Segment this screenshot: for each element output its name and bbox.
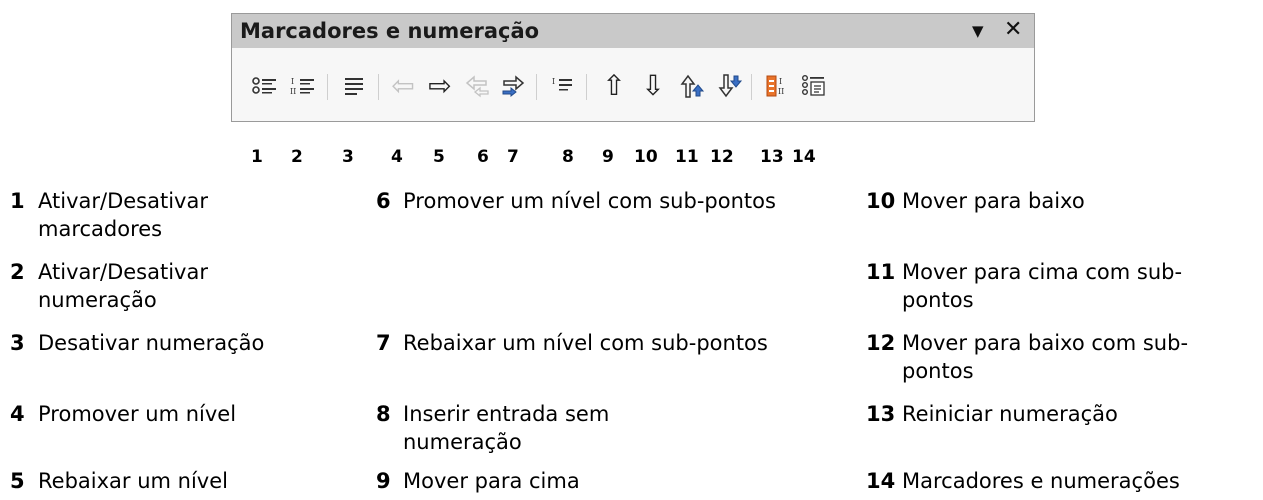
callout-number: 7 xyxy=(507,147,519,167)
legend-text: Mover para baixo xyxy=(902,189,1085,213)
svg-text:II: II xyxy=(290,87,296,96)
bullets-and-numbering-button[interactable] xyxy=(798,70,830,102)
callout-number: 6 xyxy=(477,147,489,167)
toolbar-separator xyxy=(536,74,537,100)
legend-number: 8 xyxy=(376,402,391,426)
dropdown-arrow-icon[interactable]: ▼ xyxy=(972,22,984,40)
legend-text: Ativar/Desativar numeração xyxy=(38,260,208,312)
bullets-icon xyxy=(252,77,276,94)
demote-with-subpoints-icon xyxy=(502,75,525,98)
callout-number: 9 xyxy=(602,147,614,167)
legend-text: Ativar/Desativar marcadores xyxy=(38,189,208,241)
svg-text:I: I xyxy=(779,77,782,86)
callout-number: 14 xyxy=(792,147,816,167)
legend-text: Rebaixar um nível xyxy=(38,469,228,493)
promote-with-subpoints-button[interactable] xyxy=(461,70,493,102)
toolbar: I II ⇦ ⇨ I ⇧ ⇩ I II xyxy=(232,66,1034,106)
legend-text: Marcadores e numerações xyxy=(902,469,1180,493)
legend-number: 2 xyxy=(10,260,25,284)
legend-number: 1 xyxy=(10,189,25,213)
move-down-icon: ⇩ xyxy=(641,69,665,102)
legend-text: Mover para cima com sub-pontos xyxy=(902,260,1183,312)
demote-icon: ⇨ xyxy=(428,69,452,102)
legend-number: 7 xyxy=(376,331,391,355)
demote-button[interactable]: ⇨ xyxy=(424,70,456,102)
legend-number: 10 xyxy=(866,189,896,213)
callout-number: 10 xyxy=(634,147,658,167)
insert-unnumbered-entry-button[interactable]: I xyxy=(546,70,578,102)
legend-number: 11 xyxy=(866,260,896,284)
callout-number: 13 xyxy=(760,147,784,167)
svg-text:I: I xyxy=(552,77,555,86)
callout-number: 11 xyxy=(675,147,699,167)
legend-text: Inserir entrada sem numeração xyxy=(403,402,610,454)
no-list-icon xyxy=(345,78,363,95)
callout-number: 1 xyxy=(251,147,263,167)
panel-titlebar[interactable]: Marcadores e numeração ▼ ✕ xyxy=(232,14,1034,48)
numbering-button[interactable]: I II xyxy=(287,70,319,102)
restart-numbering-icon: I II xyxy=(766,75,784,97)
restart-numbering-button[interactable]: I II xyxy=(762,70,794,102)
move-down-with-subpoints-button[interactable] xyxy=(713,70,745,102)
legend-text: Desativar numeração xyxy=(38,331,265,355)
legend-number: 4 xyxy=(10,402,25,426)
toolbar-separator xyxy=(751,74,752,100)
move-up-with-subpoints-button[interactable] xyxy=(675,70,707,102)
numbering-icon: I II xyxy=(290,77,314,96)
legend-number: 12 xyxy=(866,331,896,355)
panel-title: Marcadores e numeração xyxy=(240,19,540,43)
callout-number: 2 xyxy=(291,147,303,167)
legend-number: 9 xyxy=(376,469,391,493)
promote-icon: ⇦ xyxy=(391,69,415,102)
legend-number: 13 xyxy=(866,402,896,426)
legend-number: 5 xyxy=(10,469,25,493)
toolbar-separator xyxy=(586,74,587,100)
callout-number: 12 xyxy=(710,147,734,167)
move-up-with-subpoints-icon xyxy=(680,74,705,98)
promote-with-subpoints-icon xyxy=(465,75,489,98)
move-down-with-subpoints-icon xyxy=(718,74,743,98)
bullets-numbering-toolbar-panel: Marcadores e numeração ▼ ✕ I II ⇦ ⇨ I ⇧ … xyxy=(231,13,1035,122)
legend-text: Promover um nível xyxy=(38,402,237,426)
legend-number: 3 xyxy=(10,331,25,355)
insert-unnumbered-entry-icon: I xyxy=(552,77,572,91)
legend-number: 14 xyxy=(866,469,896,493)
legend-text: Promover um nível com sub-pontos xyxy=(403,189,776,213)
legend: 1 Ativar/Desativar marcadores 2 Ativar/D… xyxy=(0,187,1263,500)
svg-text:I: I xyxy=(291,77,294,86)
callout-number: 8 xyxy=(562,147,574,167)
demote-with-subpoints-button[interactable] xyxy=(498,70,530,102)
move-up-button[interactable]: ⇧ xyxy=(598,70,630,102)
toolbar-separator xyxy=(327,74,328,100)
callout-number: 3 xyxy=(342,147,354,167)
bullets-button[interactable] xyxy=(249,70,281,102)
legend-text: Rebaixar um nível com sub-pontos xyxy=(403,331,768,355)
legend-number: 6 xyxy=(376,189,391,213)
callout-number: 5 xyxy=(433,147,445,167)
move-down-button[interactable]: ⇩ xyxy=(637,70,669,102)
svg-text:II: II xyxy=(778,87,784,96)
toolbar-separator xyxy=(378,74,379,100)
close-icon[interactable]: ✕ xyxy=(1004,17,1022,42)
promote-button[interactable]: ⇦ xyxy=(387,70,419,102)
callout-number: 4 xyxy=(391,147,403,167)
legend-text: Reiniciar numeração xyxy=(902,402,1118,426)
no-list-button[interactable] xyxy=(338,70,370,102)
legend-text: Mover para baixo com sub-pontos xyxy=(902,331,1189,383)
move-up-icon: ⇧ xyxy=(602,69,626,102)
bullets-and-numbering-icon xyxy=(802,75,825,96)
legend-text: Mover para cima xyxy=(403,469,580,493)
